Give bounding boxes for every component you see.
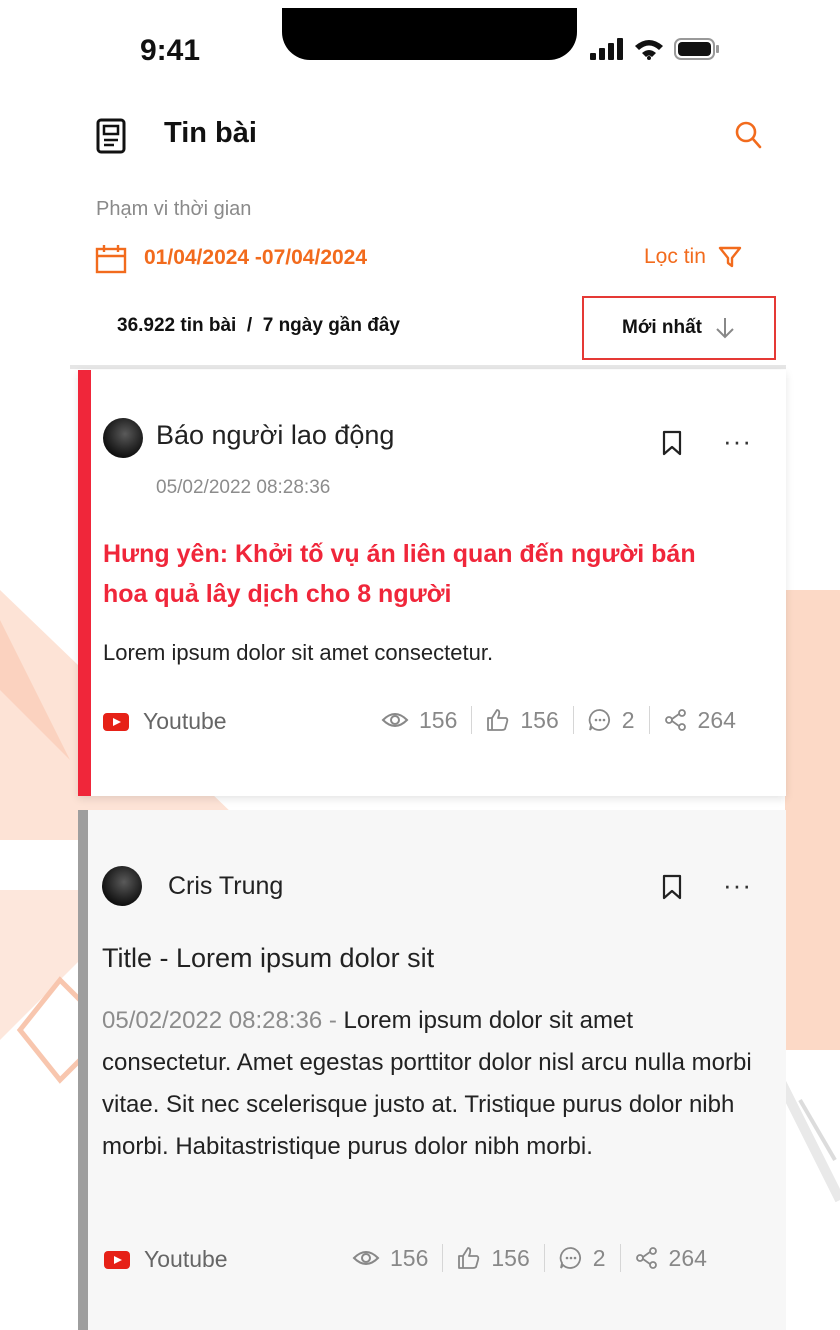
post-source[interactable]: Báo người lao động xyxy=(156,420,394,451)
thumbs-up-icon xyxy=(487,709,509,731)
post-title[interactable]: Title - Lorem ipsum dolor sit xyxy=(102,943,434,974)
likes-metric[interactable]: 156 xyxy=(472,707,572,734)
post-date: 05/02/2022 08:28:36 - xyxy=(102,1007,344,1034)
shares-metric[interactable]: 264 xyxy=(650,707,750,734)
more-icon[interactable]: ··· xyxy=(723,426,752,457)
comments-count: 2 xyxy=(621,706,635,733)
likes-count: 156 xyxy=(520,706,559,733)
shares-metric[interactable]: 264 xyxy=(621,1245,721,1272)
post-footer: Youtube xyxy=(104,1246,228,1273)
shares-count: 264 xyxy=(668,1244,707,1271)
sort-label: Mới nhất xyxy=(622,317,702,338)
post-headline[interactable]: Hưng yên: Khởi tố vụ án liên quan đến ng… xyxy=(103,534,723,614)
views-count: 156 xyxy=(419,706,458,733)
sort-button[interactable]: Mới nhất xyxy=(582,296,776,360)
likes-count: 156 xyxy=(491,1244,530,1271)
bookmark-icon[interactable] xyxy=(662,874,682,900)
result-stats: 36.922 tin bài / 7 ngày gần đây xyxy=(117,315,400,336)
list-divider xyxy=(70,365,786,369)
battery-icon xyxy=(674,38,719,60)
post-source[interactable]: Cris Trung xyxy=(168,872,283,901)
avatar xyxy=(102,866,142,906)
platform-tag: Youtube xyxy=(104,1246,228,1273)
views-metric: 156 xyxy=(338,1245,442,1272)
post-footer: Youtube xyxy=(103,708,227,735)
post-card[interactable]: Báo người lao động 05/02/2022 08:28:36 ·… xyxy=(78,370,786,796)
post-metrics: 156 156 2 264 xyxy=(338,1244,721,1272)
signal-icon xyxy=(590,38,623,60)
comments-count: 2 xyxy=(592,1244,606,1271)
search-icon[interactable] xyxy=(734,120,762,150)
comments-metric[interactable]: 2 xyxy=(545,1245,620,1272)
device-notch xyxy=(282,8,577,60)
likes-metric[interactable]: 156 xyxy=(443,1245,543,1272)
document-icon xyxy=(96,118,126,154)
youtube-icon xyxy=(103,712,129,731)
views-metric: 156 xyxy=(367,707,471,734)
youtube-icon xyxy=(104,1250,130,1269)
status-icons xyxy=(590,38,720,60)
filter-label: Lọc tin xyxy=(644,245,706,268)
share-icon xyxy=(635,1247,657,1269)
platform-label: Youtube xyxy=(144,1246,228,1272)
more-icon[interactable]: ··· xyxy=(723,870,752,901)
page-title: Tin bài xyxy=(164,117,257,149)
filter-button[interactable]: Lọc tin xyxy=(644,245,742,269)
eye-icon xyxy=(352,1251,380,1265)
shares-count: 264 xyxy=(697,706,736,733)
filter-icon xyxy=(718,246,742,268)
platform-tag: Youtube xyxy=(103,708,227,735)
post-card[interactable]: Cris Trung ··· Title - Lorem ipsum dolor… xyxy=(78,810,786,1330)
comment-icon xyxy=(588,709,610,731)
platform-label: Youtube xyxy=(143,708,227,734)
post-metrics: 156 156 2 264 xyxy=(367,706,750,734)
arrow-down-icon xyxy=(716,318,734,339)
thumbs-up-icon xyxy=(458,1247,480,1269)
eye-icon xyxy=(381,713,409,727)
bookmark-icon[interactable] xyxy=(662,430,682,456)
time-range-value[interactable]: 01/04/2024 -07/04/2024 xyxy=(144,246,367,270)
post-date: 05/02/2022 08:28:36 xyxy=(156,477,331,498)
avatar xyxy=(103,418,143,458)
wifi-icon xyxy=(635,40,663,60)
status-time: 9:41 xyxy=(140,34,201,67)
post-body: 05/02/2022 08:28:36 - Lorem ipsum dolor … xyxy=(102,1000,762,1168)
views-count: 156 xyxy=(390,1244,429,1271)
comments-metric[interactable]: 2 xyxy=(574,707,649,734)
post-summary: Lorem ipsum dolor sit amet consectetur. xyxy=(103,640,494,665)
share-icon xyxy=(664,709,686,731)
comment-icon xyxy=(559,1247,581,1269)
calendar-icon[interactable] xyxy=(95,244,127,274)
time-range-label: Phạm vi thời gian xyxy=(96,198,252,220)
